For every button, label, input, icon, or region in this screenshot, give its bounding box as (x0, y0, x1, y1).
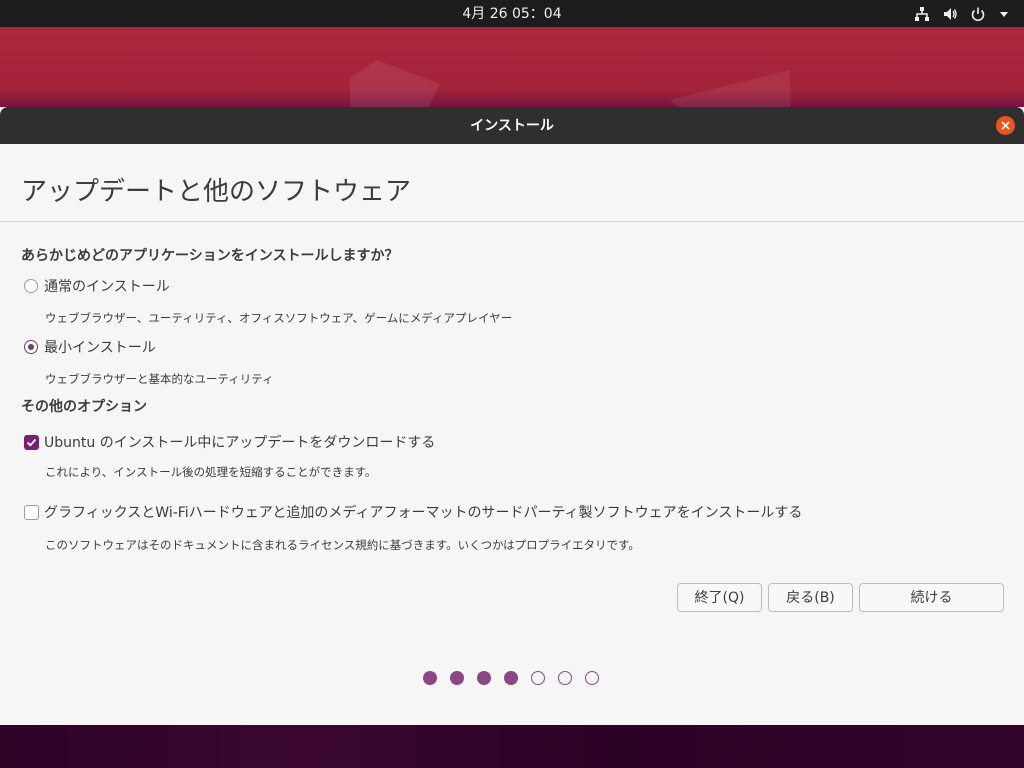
progress-dot (531, 671, 545, 685)
download-updates-label: Ubuntu のインストール中にアップデートをダウンロードする (44, 435, 436, 451)
window-titlebar[interactable]: インストール (0, 107, 1024, 144)
radio-button-selected[interactable] (24, 340, 38, 354)
third-party-software-checkbox[interactable]: グラフィックスとWi-Fiハードウェアと追加のメディアフォーマットのサードパーテ… (24, 502, 802, 522)
clock[interactable]: 4月 26 05：04 (0, 0, 1024, 27)
page-title: アップデートと他のソフトウェア (21, 177, 412, 207)
back-button[interactable]: 戻る(B) (768, 583, 853, 612)
install-question: あらかじめどのアプリケーションをインストールしますか？ (21, 248, 399, 264)
network-icon[interactable] (914, 6, 930, 22)
checkbox-checked[interactable] (24, 434, 39, 450)
progress-dot (423, 671, 437, 685)
top-bar: 4月 26 05：04 (0, 0, 1024, 27)
dropdown-arrow-icon[interactable] (998, 8, 1010, 20)
volume-icon[interactable] (942, 6, 958, 22)
progress-dot (504, 671, 518, 685)
divider (0, 221, 1024, 222)
close-button[interactable] (996, 116, 1015, 135)
installer-window: インストール アップデートと他のソフトウェア あらかじめどのアプリケーションをイ… (0, 107, 1024, 725)
third-party-software-description: このソフトウェアはそのドキュメントに含まれるライセンス規約に基づきます。いくつか… (45, 538, 640, 552)
progress-dot (585, 671, 599, 685)
system-tray[interactable] (914, 0, 1010, 27)
minimal-install-description: ウェブブラウザーと基本的なユーティリティ (45, 372, 274, 386)
other-options-heading: その他のオプション (21, 399, 147, 415)
normal-install-description: ウェブブラウザー、ユーティリティ、オフィスソフトウェア、ゲームにメディアプレイヤ… (45, 311, 513, 325)
progress-dots (423, 671, 599, 685)
download-updates-description: これにより、インストール後の処理を短縮することができます。 (45, 465, 377, 479)
wallpaper-bottom (0, 724, 1024, 768)
checkmark-icon (26, 438, 37, 447)
third-party-software-label: グラフィックスとWi-Fiハードウェアと追加のメディアフォーマットのサードパーテ… (44, 505, 803, 521)
minimal-install-radio[interactable]: 最小インストール (24, 337, 156, 357)
progress-dot (558, 671, 572, 685)
normal-install-radio[interactable]: 通常のインストール (24, 276, 170, 296)
power-icon[interactable] (970, 6, 986, 22)
download-updates-checkbox[interactable]: Ubuntu のインストール中にアップデートをダウンロードする (24, 432, 435, 452)
quit-button[interactable]: 終了(Q) (677, 583, 762, 612)
progress-dot (477, 671, 491, 685)
normal-install-label: 通常のインストール (44, 279, 170, 295)
progress-dot (450, 671, 464, 685)
continue-button[interactable]: 続ける (859, 583, 1004, 612)
minimal-install-label: 最小インストール (44, 340, 156, 356)
radio-button[interactable] (24, 279, 38, 293)
checkbox-unchecked[interactable] (24, 504, 39, 520)
window-title: インストール (470, 118, 554, 134)
close-icon (1001, 121, 1010, 130)
